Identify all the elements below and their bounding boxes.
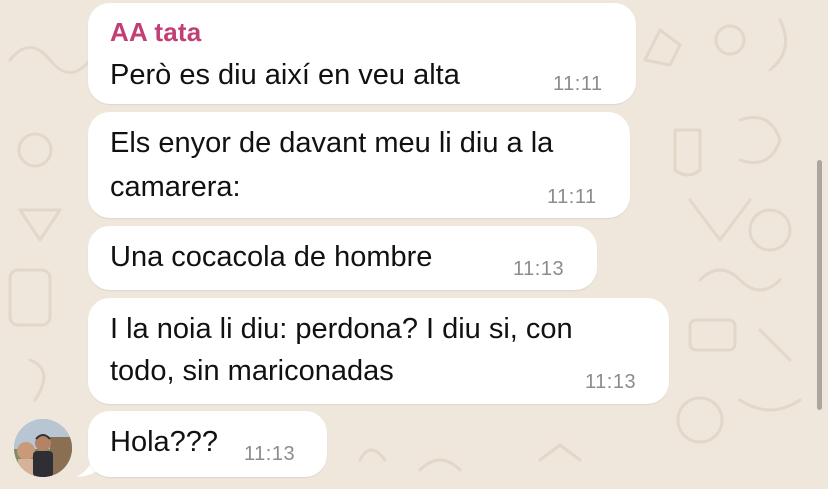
sender-name[interactable]: AA tata	[110, 17, 201, 48]
message-timestamp: 11:13	[244, 443, 296, 465]
message-bubble[interactable]: I la noia li diu: perdona? I diu si, con…	[88, 298, 669, 404]
message-timestamp: 11:11	[547, 186, 597, 208]
message-text: camarera:	[110, 171, 241, 203]
message-bubble[interactable]: Els enyor de davant meu li diu a la cama…	[88, 112, 630, 218]
message-timestamp: 11:11	[553, 73, 603, 95]
chat-message-list[interactable]: AA tata Però es diu així en veu alta 11:…	[0, 0, 828, 489]
avatar-photo-icon	[14, 419, 72, 477]
message-timestamp: 11:13	[585, 371, 637, 393]
message-text: Però es diu així en veu alta	[110, 59, 460, 91]
message-text: Els enyor de davant meu li diu a la	[110, 127, 554, 159]
message-bubble[interactable]: AA tata Però es diu així en veu alta 11:…	[88, 3, 636, 104]
message-bubble[interactable]: Hola??? 11:13	[88, 411, 327, 477]
scrollbar[interactable]	[817, 160, 822, 410]
contact-avatar[interactable]	[14, 419, 72, 477]
message-bubble[interactable]: Una cocacola de hombre 11:13	[88, 226, 597, 290]
message-text: Una cocacola de hombre	[110, 241, 433, 273]
message-text: Hola???	[110, 426, 219, 458]
message-text: I la noia li diu: perdona? I diu si, con	[110, 313, 573, 345]
message-timestamp: 11:13	[513, 258, 565, 280]
message-text: todo, sin mariconadas	[110, 355, 394, 387]
